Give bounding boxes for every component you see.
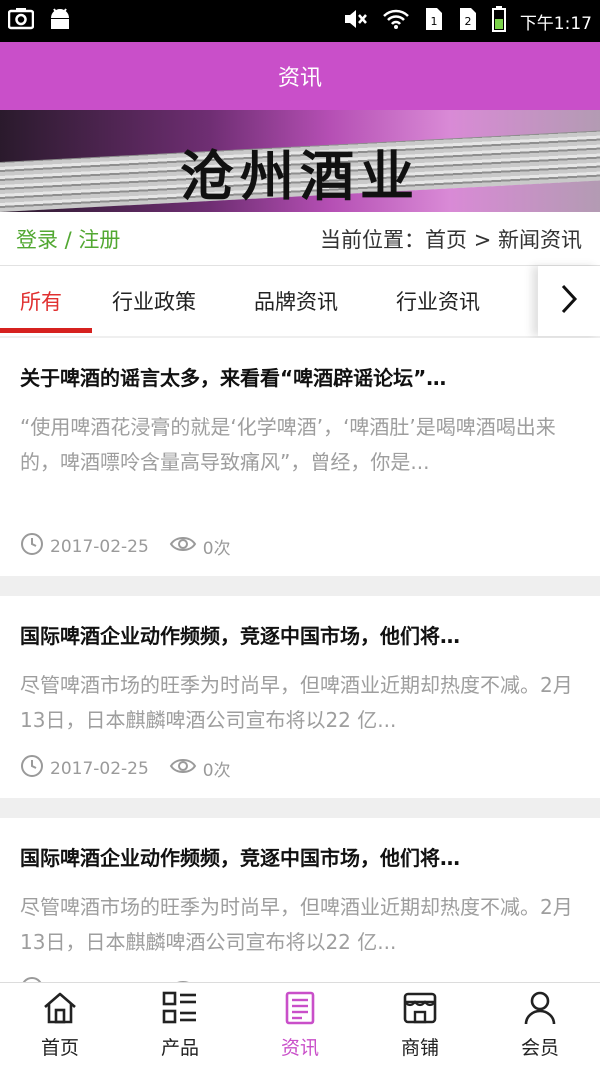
battery-icon [491,6,506,36]
nav-label: 首页 [40,1037,79,1059]
nav-label: 会员 [520,1037,559,1059]
screenshot-icon [7,8,35,34]
banner-title: 沧州酒业 [180,144,420,208]
article-meta: 2017-02-25 0次 [20,532,231,561]
article-summary: 尽管啤酒市场的旺季为时尚早，但啤酒业近期却热度不减。2月13日，日本麒麟啤酒公司… [20,895,573,954]
bottom-nav: 首页 产品 资讯 商铺 会员 [0,982,600,1067]
article-summary: 尽管啤酒市场的旺季为时尚早，但啤酒业近期却热度不减。2月13日，日本麒麟啤酒公司… [20,673,573,732]
chevron-right-icon [559,283,579,319]
news-icon [282,991,318,1029]
article-views: 0次 [202,539,231,559]
tab-brand-news[interactable]: 品牌资讯 [254,266,338,336]
nav-shop[interactable]: 商铺 [360,983,480,1067]
article-card[interactable]: 国际啤酒企业动作频频，竞逐中国市场，他们将… 尽管啤酒市场的旺季为时尚早，但啤酒… [0,818,600,982]
location-bar: 登录 / 注册 当前位置：首页 > 新闻资讯 [0,212,600,266]
category-tabs: 所有 行业政策 品牌资讯 行业资讯 行 [0,266,600,336]
nav-products[interactable]: 产品 [120,983,240,1067]
article-date: 2017-02-25 [50,758,149,779]
nav-member[interactable]: 会员 [480,983,600,1067]
active-tab-indicator [0,328,92,333]
article-title[interactable]: 关于啤酒的谣言太多，来看看“啤酒辟谣论坛”… [20,362,580,391]
status-time: 下午1:17 [519,13,592,34]
article-title[interactable]: 国际啤酒企业动作频频，竞逐中国市场，他们将… [20,842,580,871]
member-icon [522,991,558,1029]
article-date: 2017-02-25 [50,536,149,557]
nav-label: 资讯 [280,1037,319,1059]
article-card[interactable]: 关于啤酒的谣言太多，来看看“啤酒辟谣论坛”… “使用啤酒花浸膏的就是‘化学啤酒’… [0,338,600,576]
tab-industry-news[interactable]: 行业资讯 [396,266,480,336]
breadcrumb: 当前位置：首页 > 新闻资讯 [320,227,582,252]
mute-icon [344,8,368,34]
android-icon [48,8,72,34]
svg-text:1: 1 [430,15,437,28]
tabs-scroll-right-button[interactable] [538,266,600,336]
status-bar: 1 2 下午1:17 [0,0,600,42]
nav-home[interactable]: 首页 [0,983,120,1067]
home-icon [42,991,78,1029]
app-header: 资讯 [0,42,600,110]
article-meta: 2017-02-25 0次 [20,754,231,783]
wifi-icon [382,8,410,34]
article-views: 0次 [202,761,231,781]
eye-icon [169,534,197,559]
article-title[interactable]: 国际啤酒企业动作频频，竞逐中国市场，他们将… [20,620,580,649]
article-card[interactable]: 国际啤酒企业动作频频，竞逐中国市场，他们将… 尽管啤酒市场的旺季为时尚早，但啤酒… [0,596,600,798]
clock-icon [20,532,44,561]
svg-text:2: 2 [464,15,471,28]
nav-label: 商铺 [400,1037,439,1059]
shop-icon [402,991,438,1029]
clock-icon [20,754,44,783]
article-summary: “使用啤酒花浸膏的就是‘化学啤酒’，‘啤酒肚’是喝啤酒喝出来的，啤酒嘌呤含量高导… [20,415,556,474]
sim1-icon: 1 [424,7,444,35]
tab-all[interactable]: 所有 [20,266,62,336]
nav-news[interactable]: 资讯 [240,983,360,1067]
page-title: 资讯 [277,66,322,91]
banner-image: 沧州酒业 [0,110,600,212]
nav-label: 产品 [160,1037,199,1059]
tab-industry-policy[interactable]: 行业政策 [112,266,196,336]
login-register-link[interactable]: 登录 / 注册 [16,224,120,254]
product-list-icon [162,991,198,1029]
sim2-icon: 2 [458,7,478,35]
eye-icon [169,756,197,781]
